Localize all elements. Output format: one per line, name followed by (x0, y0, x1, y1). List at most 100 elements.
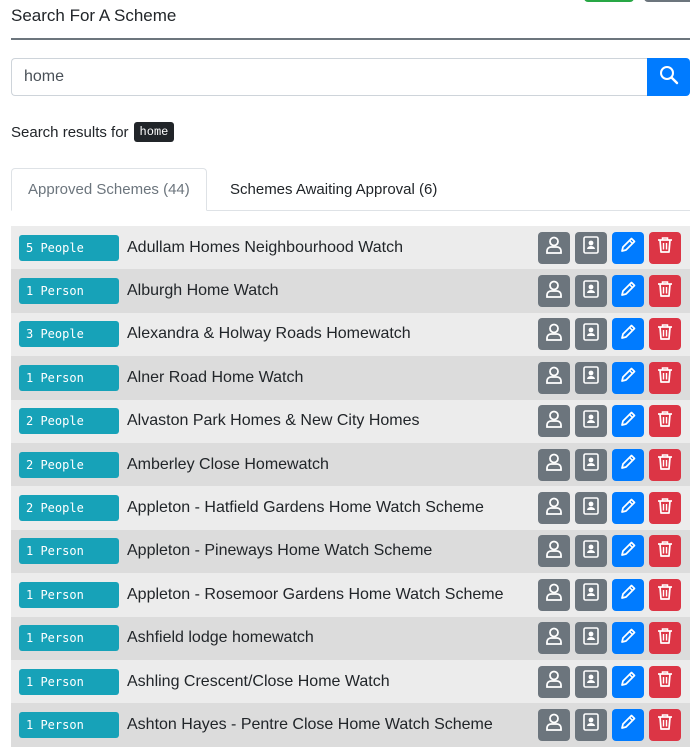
results-label: Search results for (11, 123, 129, 141)
members-button[interactable] (538, 275, 570, 308)
delete-button[interactable] (649, 275, 681, 308)
contact-card-button[interactable] (575, 231, 607, 264)
contact-card-button[interactable] (575, 448, 607, 481)
scheme-row: 2 People Appleton - Hatfield Gardens Hom… (11, 486, 690, 530)
delete-button[interactable] (649, 578, 681, 611)
row-actions (538, 448, 681, 481)
contact-card-button[interactable] (575, 275, 607, 308)
scheme-name[interactable]: Appleton - Rosemoor Gardens Home Watch S… (127, 586, 503, 604)
members-button[interactable] (538, 231, 570, 264)
row-actions (538, 405, 681, 438)
scheme-name[interactable]: Ashling Crescent/Close Home Watch (127, 673, 390, 691)
members-button[interactable] (538, 665, 570, 698)
scheme-name[interactable]: Alexandra & Holway Roads Homewatch (127, 325, 411, 343)
delete-button[interactable] (649, 231, 681, 264)
members-button[interactable] (538, 492, 570, 525)
delete-button[interactable] (649, 405, 681, 438)
row-actions (538, 578, 681, 611)
contact-card-button[interactable] (575, 708, 607, 741)
tab-awaiting-approval[interactable]: Schemes Awaiting Approval (6) (214, 168, 453, 210)
contact-card-button[interactable] (575, 578, 607, 611)
edit-button[interactable] (612, 665, 644, 698)
members-button[interactable] (538, 361, 570, 394)
edit-button[interactable] (612, 405, 644, 438)
contact-card-button[interactable] (575, 535, 607, 568)
person-icon (544, 539, 564, 564)
delete-button[interactable] (649, 708, 681, 741)
scheme-name[interactable]: Ashfield lodge homewatch (127, 629, 314, 647)
person-icon (544, 279, 564, 304)
trash-icon (655, 712, 675, 737)
title-divider (11, 38, 690, 40)
trash-icon (655, 409, 675, 434)
delete-button[interactable] (649, 318, 681, 351)
scheme-name[interactable]: Appleton - Hatfield Gardens Home Watch S… (127, 499, 484, 517)
scheme-row: 2 People Alvaston Park Homes & New City … (11, 399, 690, 443)
tab-approved-schemes[interactable]: Approved Schemes (44) (11, 168, 207, 211)
edit-button[interactable] (612, 622, 644, 655)
edit-button[interactable] (612, 318, 644, 351)
edit-button[interactable] (612, 231, 644, 264)
scheme-list: 5 People Adullam Homes Neighbourhood Wat… (11, 226, 690, 747)
members-button[interactable] (538, 448, 570, 481)
contact-card-icon (581, 365, 601, 390)
contact-card-icon (581, 409, 601, 434)
scheme-tabs: Approved Schemes (44) Schemes Awaiting A… (11, 168, 690, 211)
members-button[interactable] (538, 708, 570, 741)
scheme-name[interactable]: Alburgh Home Watch (127, 282, 278, 300)
top-green-button[interactable] (584, 0, 634, 2)
contact-card-button[interactable] (575, 665, 607, 698)
person-icon (544, 409, 564, 434)
scheme-name[interactable]: Adullam Homes Neighbourhood Watch (127, 239, 403, 257)
row-actions (538, 535, 681, 568)
search-icon (659, 65, 679, 90)
edit-button[interactable] (612, 448, 644, 481)
edit-button[interactable] (612, 492, 644, 525)
pencil-icon (618, 409, 638, 434)
results-term: home (133, 122, 175, 142)
contact-card-button[interactable] (575, 405, 607, 438)
delete-button[interactable] (649, 448, 681, 481)
scheme-row: 2 People Amberley Close Homewatch (11, 442, 690, 487)
members-button[interactable] (538, 578, 570, 611)
edit-button[interactable] (612, 361, 644, 394)
members-button[interactable] (538, 535, 570, 568)
contact-card-button[interactable] (575, 361, 607, 394)
members-button[interactable] (538, 318, 570, 351)
member-count-badge: 2 People (19, 408, 119, 435)
contact-card-button[interactable] (575, 492, 607, 525)
delete-button[interactable] (649, 622, 681, 655)
member-count-badge: 1 Person (19, 668, 119, 695)
scheme-name[interactable]: Amberley Close Homewatch (127, 456, 329, 474)
contact-card-button[interactable] (575, 622, 607, 655)
delete-button[interactable] (649, 665, 681, 698)
contact-card-icon (581, 712, 601, 737)
scheme-name[interactable]: Appleton - Pineways Home Watch Scheme (127, 542, 432, 560)
search-input[interactable] (11, 58, 647, 96)
members-button[interactable] (538, 405, 570, 438)
person-icon (544, 669, 564, 694)
scheme-row: 5 People Adullam Homes Neighbourhood Wat… (11, 226, 690, 270)
delete-button[interactable] (649, 535, 681, 568)
edit-button[interactable] (612, 275, 644, 308)
edit-button[interactable] (612, 535, 644, 568)
member-count-badge: 1 Person (19, 278, 119, 305)
scheme-row: 3 People Alexandra & Holway Roads Homewa… (11, 312, 690, 357)
edit-button[interactable] (612, 578, 644, 611)
delete-button[interactable] (649, 361, 681, 394)
scheme-name[interactable]: Alvaston Park Homes & New City Homes (127, 412, 420, 430)
scheme-name[interactable]: Ashton Hayes - Pentre Close Home Watch S… (127, 716, 493, 734)
search-button[interactable] (647, 58, 690, 96)
members-button[interactable] (538, 622, 570, 655)
trash-icon (655, 582, 675, 607)
scheme-row: 1 Person Appleton - Rosemoor Gardens Hom… (11, 573, 690, 617)
trash-icon (655, 235, 675, 260)
scheme-name[interactable]: Alner Road Home Watch (127, 369, 303, 387)
contact-card-icon (581, 626, 601, 651)
contact-card-button[interactable] (575, 318, 607, 351)
person-icon (544, 582, 564, 607)
edit-button[interactable] (612, 708, 644, 741)
row-actions (538, 708, 681, 741)
top-grey-button[interactable] (644, 0, 690, 2)
delete-button[interactable] (649, 492, 681, 525)
